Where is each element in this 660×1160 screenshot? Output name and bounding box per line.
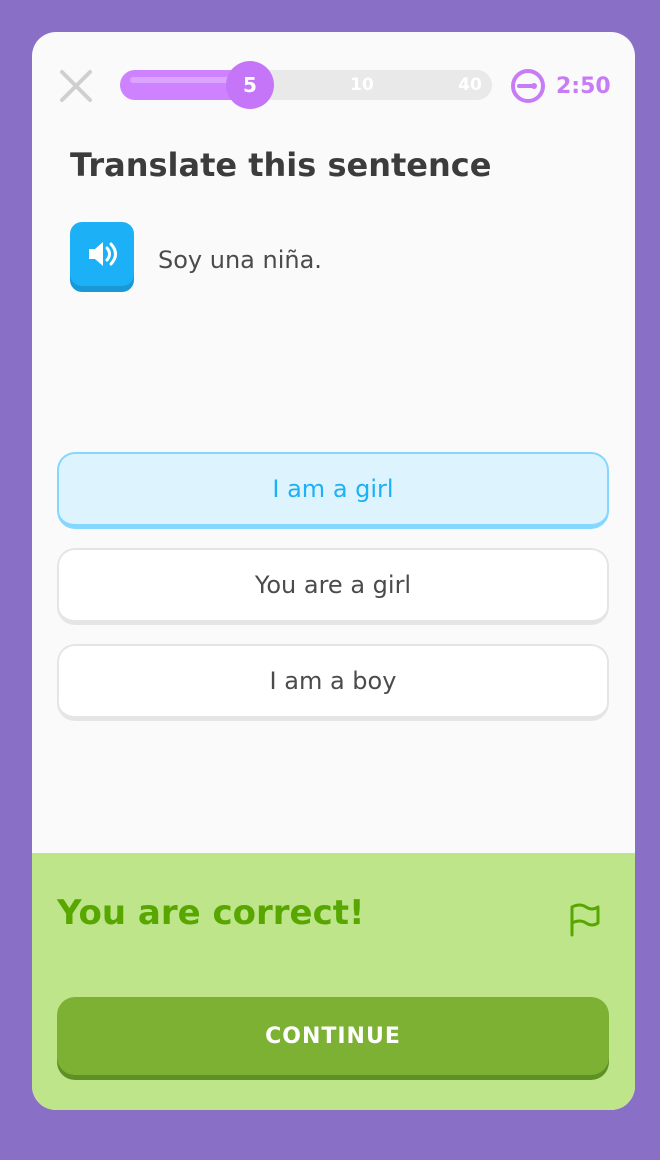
timer: 2:50: [510, 66, 611, 106]
flag-icon[interactable]: [562, 899, 602, 939]
speaker-icon: [89, 242, 117, 266]
milestone-current: 5: [226, 61, 274, 109]
prompt-sentence: Soy una niña.: [158, 246, 322, 274]
feedback-message: You are correct!: [57, 893, 365, 933]
timer-key-icon: [511, 69, 545, 103]
choice-option-1[interactable]: I am a girl: [57, 452, 609, 529]
feedback-panel: You are correct! CONTINUE: [32, 853, 635, 1110]
lesson-screen: 5 10 40 2:50 Translate this sentence Soy…: [32, 32, 635, 1110]
milestone-next: 10: [350, 75, 374, 95]
timer-value: 2:50: [556, 73, 611, 99]
choice-option-3[interactable]: I am a boy: [57, 644, 609, 721]
choice-option-2[interactable]: You are a girl: [57, 548, 609, 625]
continue-button[interactable]: CONTINUE: [57, 997, 609, 1075]
page-title: Translate this sentence: [70, 146, 492, 184]
audio-button[interactable]: [70, 222, 134, 286]
close-icon[interactable]: [56, 66, 96, 106]
milestone-final: 40: [458, 75, 482, 95]
progress-bar: 5 10 40: [120, 61, 492, 109]
